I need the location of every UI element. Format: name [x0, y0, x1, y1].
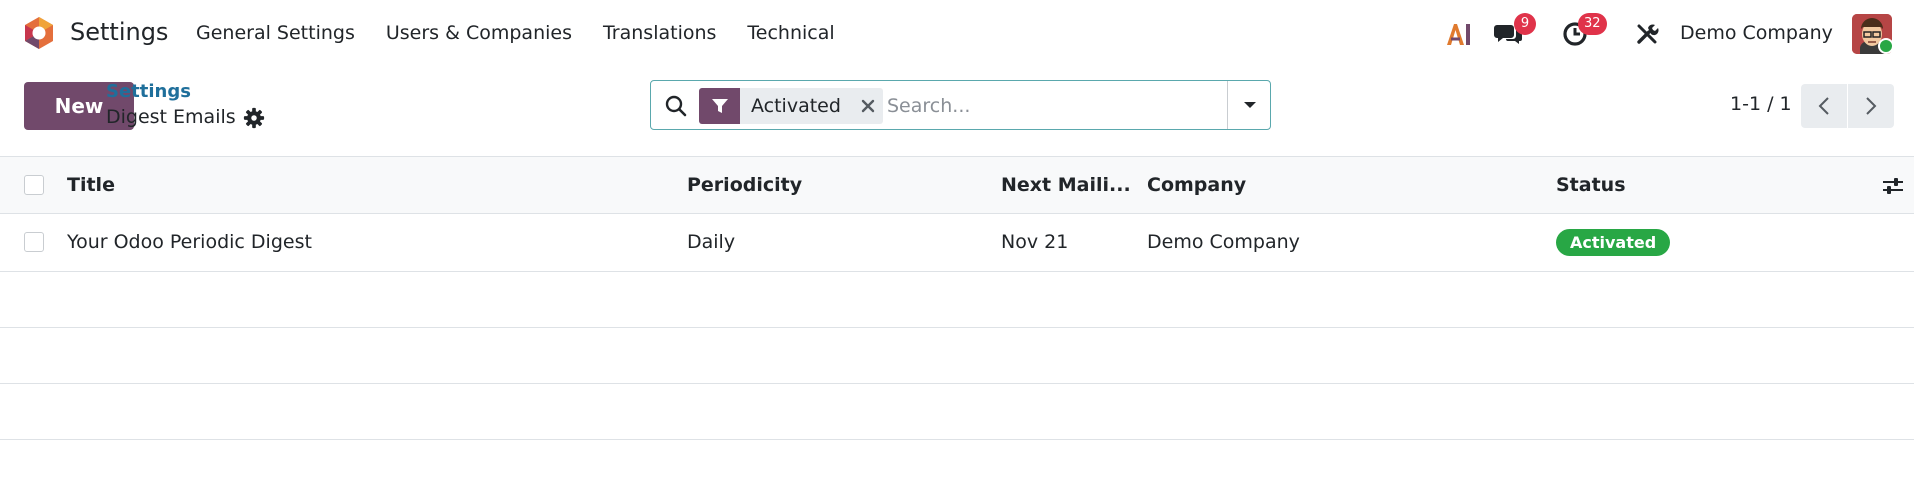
- app-logo-icon[interactable]: [22, 16, 56, 50]
- pager-value[interactable]: 1-1 / 1: [1730, 93, 1792, 115]
- online-status-indicator: [1878, 38, 1894, 54]
- pager-previous-button[interactable]: [1801, 84, 1847, 128]
- company-switcher[interactable]: Demo Company: [1680, 22, 1833, 44]
- debug-tools-button[interactable]: [1632, 14, 1662, 54]
- column-periodicity[interactable]: Periodicity: [687, 174, 802, 196]
- ai-button[interactable]: [1444, 14, 1474, 54]
- search-input[interactable]: [887, 89, 1217, 123]
- main-navbar: Settings General Settings Users & Compan…: [0, 0, 1914, 66]
- column-title[interactable]: Title: [67, 174, 115, 196]
- facet-label: Activated: [751, 95, 841, 117]
- sliders-icon[interactable]: [1882, 175, 1904, 197]
- empty-list-row: [0, 384, 1914, 440]
- activities-button[interactable]: 32: [1558, 13, 1607, 54]
- close-icon: [861, 99, 875, 113]
- messages-button[interactable]: 9: [1492, 13, 1536, 54]
- cell-periodicity[interactable]: Daily: [687, 231, 735, 253]
- menu-users-companies[interactable]: Users & Companies: [386, 22, 572, 44]
- list-header: Title Periodicity Next Maili... Company …: [0, 156, 1914, 214]
- breadcrumb-current: Digest Emails: [106, 106, 236, 128]
- chevron-left-icon: [1818, 97, 1829, 115]
- filter-funnel-icon: [711, 99, 728, 113]
- tools-icon: [1637, 24, 1659, 44]
- search-facet-activated: Activated: [699, 88, 883, 124]
- caret-down-icon: [1243, 102, 1256, 108]
- column-next-mailing[interactable]: Next Maili...: [1001, 174, 1131, 196]
- menu-technical[interactable]: Technical: [747, 22, 834, 44]
- cell-company[interactable]: Demo Company: [1147, 231, 1300, 253]
- chevron-right-icon: [1866, 97, 1877, 115]
- status-badge: Activated: [1556, 229, 1671, 256]
- empty-list-row: [0, 328, 1914, 384]
- table-row[interactable]: Your Odoo Periodic Digest Daily Nov 21 D…: [0, 214, 1914, 272]
- search-icon[interactable]: [664, 94, 688, 118]
- ai-icon: [1447, 24, 1470, 45]
- select-all-checkbox[interactable]: [24, 175, 44, 195]
- menu-general-settings[interactable]: General Settings: [196, 22, 355, 44]
- empty-list-row: [0, 272, 1914, 328]
- facet-remove-button[interactable]: [853, 88, 883, 124]
- top-menu: General Settings Users & Companies Trans…: [196, 22, 866, 44]
- menu-translations[interactable]: Translations: [603, 22, 716, 44]
- search-options-toggle[interactable]: [1227, 81, 1271, 129]
- app-name[interactable]: Settings: [70, 18, 168, 46]
- row-checkbox[interactable]: [24, 232, 44, 252]
- search-bar: Activated: [650, 80, 1271, 130]
- breadcrumb-settings-link[interactable]: Settings: [106, 81, 191, 102]
- cell-title[interactable]: Your Odoo Periodic Digest: [67, 231, 312, 253]
- cell-next-mailing[interactable]: Nov 21: [1001, 231, 1068, 253]
- column-status[interactable]: Status: [1556, 174, 1626, 196]
- activities-count-badge: 32: [1578, 13, 1607, 35]
- gear-icon[interactable]: [243, 107, 265, 129]
- pager-next-button[interactable]: [1848, 84, 1894, 128]
- column-company[interactable]: Company: [1147, 174, 1246, 196]
- facet-filter-area: [699, 88, 740, 124]
- messages-count-badge: 9: [1514, 13, 1536, 35]
